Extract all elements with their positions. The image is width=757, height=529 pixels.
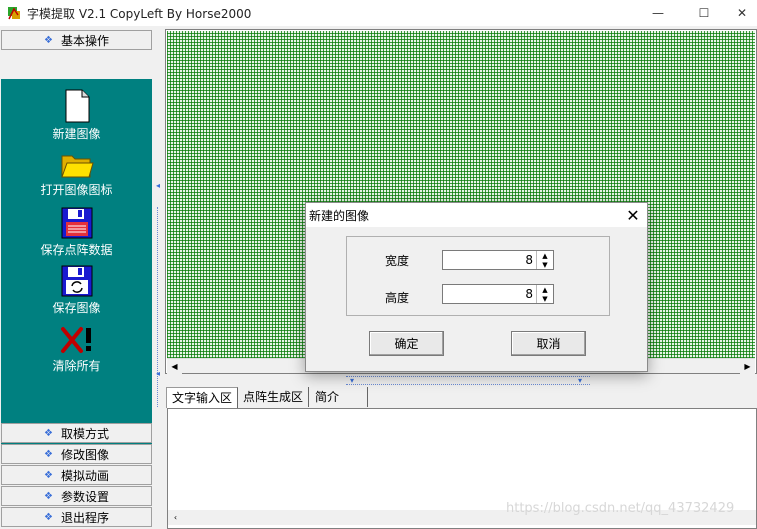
size-group-box: 宽度 8 ▲ ▼ 高度 8 ▲ ▼	[346, 236, 610, 316]
section-exit[interactable]: ❖ 退出程序	[1, 507, 152, 527]
tool-panel: 新建图像 打开图像图标 保存点阵数据 保存图像 清除所有	[1, 79, 152, 451]
tab-about[interactable]: 简介	[310, 387, 368, 407]
maximize-icon: ☐	[698, 6, 710, 20]
collapse-left-icon[interactable]: ◂	[156, 181, 160, 190]
diamond-icon: ❖	[44, 427, 53, 439]
section-label: 修改图像	[60, 447, 109, 462]
section-basic-ops[interactable]: ❖ 基本操作	[1, 30, 152, 50]
dialog-title: 新建的图像	[309, 209, 370, 223]
section-label: 参数设置	[60, 489, 109, 504]
diamond-icon: ❖	[44, 469, 53, 481]
clear-all-icon	[60, 327, 91, 353]
width-value[interactable]: 8	[525, 253, 533, 267]
close-button[interactable]: ✕	[727, 0, 757, 26]
height-label: 高度	[385, 291, 410, 305]
app-icon	[6, 5, 22, 21]
tab-strip: 文字输入区 点阵生成区 简介	[165, 387, 757, 408]
diamond-icon: ❖	[44, 34, 53, 46]
diamond-icon: ❖	[44, 490, 53, 502]
save-image-icon	[61, 265, 92, 297]
spin-down-icon[interactable]: ▼	[537, 294, 553, 303]
section-label: 模拟动画	[60, 468, 109, 483]
save-image-tool[interactable]: 保存图像	[1, 265, 152, 316]
ok-button[interactable]: 确定	[369, 331, 444, 356]
width-spinbox[interactable]: 8 ▲ ▼	[442, 250, 554, 270]
section-animation[interactable]: ❖ 模拟动画	[1, 465, 152, 485]
watermark: https://blog.csdn.net/qq_43732429	[506, 501, 735, 516]
close-icon: ✕	[626, 205, 640, 225]
scroll-left-icon[interactable]: ‹	[168, 510, 183, 525]
open-folder-icon	[60, 155, 94, 178]
cancel-button[interactable]: 取消	[511, 331, 586, 356]
vertical-splitter[interactable]: ◂ ◂	[153, 29, 165, 529]
minimize-button[interactable]: —	[635, 0, 681, 26]
new-file-icon	[65, 89, 89, 123]
dialog-title-bar: 新建的图像 ✕	[306, 203, 647, 227]
tool-label: 清除所有	[52, 359, 101, 373]
diamond-icon: ❖	[44, 511, 53, 523]
spin-up-icon[interactable]: ▲	[537, 285, 553, 294]
maximize-button[interactable]: ☐	[681, 0, 727, 26]
height-value[interactable]: 8	[525, 287, 533, 301]
collapse-down-icon[interactable]: ▾	[350, 376, 354, 385]
window-title: 字模提取 V2.1 CopyLeft By Horse2000	[27, 7, 252, 21]
section-label: 退出程序	[60, 510, 109, 525]
tab-text-input[interactable]: 文字输入区	[166, 387, 239, 408]
diamond-icon: ❖	[44, 448, 53, 460]
section-sampling-mode[interactable]: ❖ 取模方式	[1, 423, 152, 443]
section-edit-image[interactable]: ❖ 修改图像	[1, 444, 152, 464]
collapse-left-icon[interactable]: ◂	[156, 369, 160, 378]
tool-label: 保存图像	[52, 301, 101, 315]
new-image-tool[interactable]: 新建图像	[1, 89, 152, 142]
open-image-tool[interactable]: 打开图像图标	[1, 151, 152, 198]
section-settings[interactable]: ❖ 参数设置	[1, 486, 152, 506]
close-icon: ✕	[736, 6, 748, 20]
scroll-right-icon[interactable]: ▶	[740, 359, 755, 374]
minimize-icon: —	[652, 6, 664, 20]
clear-all-tool[interactable]: 清除所有	[1, 325, 152, 374]
section-label: 取模方式	[60, 426, 109, 441]
tab-matrix-output[interactable]: 点阵生成区	[238, 387, 310, 407]
height-spinbox[interactable]: 8 ▲ ▼	[442, 284, 554, 304]
save-matrix-tool[interactable]: 保存点阵数据	[1, 207, 152, 258]
height-spin-buttons[interactable]: ▲ ▼	[536, 285, 553, 303]
width-spin-buttons[interactable]: ▲ ▼	[536, 251, 553, 269]
collapse-down-icon[interactable]: ▾	[578, 376, 582, 385]
save-matrix-icon	[61, 207, 92, 239]
spin-up-icon[interactable]: ▲	[537, 251, 553, 260]
horizontal-splitter[interactable]: ▾ ▾	[346, 376, 590, 385]
width-label: 宽度	[385, 254, 410, 268]
tool-label: 打开图像图标	[40, 183, 113, 197]
tool-label: 新建图像	[52, 127, 101, 141]
spin-down-icon[interactable]: ▼	[537, 260, 553, 269]
scroll-left-icon[interactable]: ◀	[167, 359, 182, 374]
title-bar: 字模提取 V2.1 CopyLeft By Horse2000 — ☐ ✕	[0, 0, 757, 26]
new-image-dialog: 新建的图像 ✕ 宽度 8 ▲ ▼ 高度 8 ▲ ▼ 确定 取消	[305, 202, 648, 372]
dialog-close-button[interactable]: ✕	[622, 205, 644, 225]
tool-label: 保存点阵数据	[40, 243, 113, 257]
section-label: 基本操作	[60, 33, 109, 48]
left-panel: ❖ 基本操作 新建图像 打开图像图标 保存点阵数据 保存图像 清除所有 ❖ 取模…	[0, 29, 153, 529]
